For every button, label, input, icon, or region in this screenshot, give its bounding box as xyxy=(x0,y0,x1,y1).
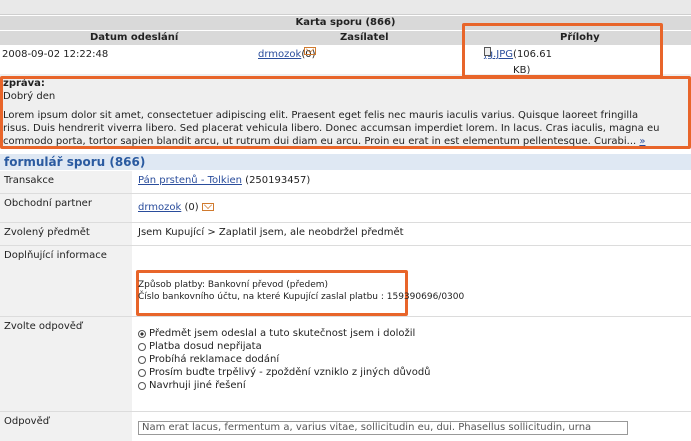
row-reply: Odpověď Nam erat lacus, fermentum a, var… xyxy=(0,412,691,441)
option-patience[interactable]: Prosím buďte trpělivý - zpoždění vzniklo… xyxy=(138,366,431,379)
payment-method: Způsob platby: Bankovní převod (předem) xyxy=(138,280,329,290)
row-subject: Zvolený předmět Jsem Kupující > Zaplatil… xyxy=(0,223,691,246)
radio-icon[interactable] xyxy=(138,355,146,364)
send-date: 2008-09-02 12:22:48 xyxy=(2,49,109,60)
option-other[interactable]: Navrhuji jiné řešení xyxy=(138,379,431,392)
row-transakce: Transakce Pán prstenů - Tolkien (2501934… xyxy=(0,171,691,194)
row-partner: Obchodní partner drmozok (0) xyxy=(0,194,691,223)
highlight-message xyxy=(0,76,691,149)
partner-link[interactable]: drmozok xyxy=(138,202,181,213)
option-shipped[interactable]: Předmět jsem odeslal a tuto skutečnost j… xyxy=(138,327,431,340)
mail-icon[interactable] xyxy=(304,47,317,55)
radio-icon[interactable] xyxy=(138,381,146,390)
form-title: formulář sporu (866) xyxy=(0,154,691,170)
info-label: Doplňující informace xyxy=(0,246,132,316)
partner-label: Obchodní partner xyxy=(0,194,132,222)
partner-score: (0) xyxy=(184,202,199,213)
transaction-link[interactable]: Pán prstenů - Tolkien xyxy=(138,175,242,186)
top-bar xyxy=(0,0,691,15)
option-complaint[interactable]: Probíhá reklamace dodání xyxy=(138,353,431,366)
bank-account: Číslo bankovního účtu, na které Kupující… xyxy=(138,292,465,302)
answer-label: Zvolte odpověď xyxy=(0,317,132,411)
row-answer: Zvolte odpověď Předmět jsem odeslal a tu… xyxy=(0,317,691,412)
radio-icon[interactable] xyxy=(138,342,146,351)
sender-link[interactable]: drmozok xyxy=(258,49,301,60)
reply-textarea[interactable]: Nam erat lacus, fermentum a, varius vita… xyxy=(138,421,628,435)
subject-value: Jsem Kupující > Zaplatil jsem, ale neobd… xyxy=(138,227,404,238)
transaction-id: (250193457) xyxy=(245,175,311,186)
subject-label: Zvolený předmět xyxy=(0,223,132,245)
transakce-label: Transakce xyxy=(0,171,132,193)
col-sender-header: Zasílatel xyxy=(340,32,389,43)
option-not-received[interactable]: Platba dosud nepřijata xyxy=(138,340,431,353)
col-date-header: Datum odeslání xyxy=(90,32,179,43)
radio-icon[interactable] xyxy=(138,368,146,377)
row-info: Doplňující informace Způsob platby: Bank… xyxy=(0,246,691,317)
highlight-attachments xyxy=(462,23,663,78)
radio-selected-icon[interactable] xyxy=(138,329,146,338)
mail-icon[interactable] xyxy=(201,203,214,211)
reply-label: Odpověď xyxy=(0,412,132,441)
